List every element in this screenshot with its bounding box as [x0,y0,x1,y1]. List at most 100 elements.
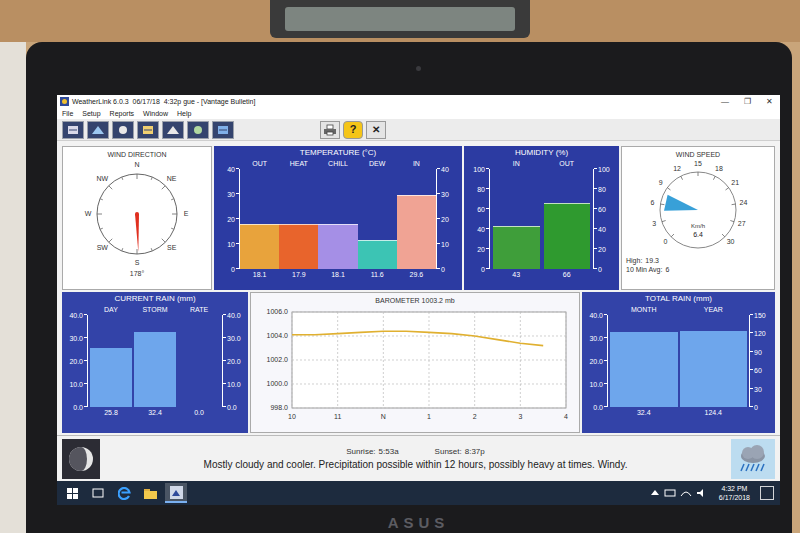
task-view-button[interactable] [87,483,109,503]
bar [90,348,132,407]
toolbar-button[interactable] [62,121,84,139]
dashboard: WIND DIRECTIONNNEESESSWWNW178°TEMPERATUR… [57,141,780,435]
bar-fill [397,195,436,269]
compass-point: NE [167,175,177,182]
panel-title: BAROMETER 1003.2 mb [375,297,454,304]
print-button[interactable] [320,121,340,139]
menu-item[interactable]: Setup [82,110,100,117]
help-button[interactable]: ? [343,121,363,139]
bar-fill [240,224,279,269]
compass-point: SW [97,244,109,251]
bar [493,226,540,269]
axis-tick: 40 [441,166,449,173]
axis-tick: 0 [231,266,235,273]
toolbar-button[interactable] [87,121,109,139]
bar [134,332,176,407]
axis-tick: 20.0 [589,358,603,365]
compass-point: S [135,259,140,266]
x-tick: 11 [334,413,341,420]
panel-title: WIND DIRECTION [107,151,166,158]
toolbar-button[interactable] [137,121,159,139]
wind-dial: 036912151821242730Km/h6.4 [628,158,768,256]
bar-reading: 32.4 [610,407,678,419]
tool-icon [216,124,230,136]
forecast-text: Mostly cloudy and cooler. Precipitation … [204,460,628,470]
bar-track [544,169,591,269]
bar-fill [279,224,318,269]
wind-high: High:19.3 [622,256,659,265]
axis-tick: 20 [227,216,235,223]
tool-icon [66,124,80,136]
axis-tick: 100 [598,166,610,173]
bar-track [90,315,132,407]
axis-tick: 100 [473,166,485,173]
axis-tick: 30.0 [589,335,603,342]
bar-column: HEAT17.9 [279,159,318,281]
folder-icon [144,488,157,499]
notification-button[interactable] [760,486,774,500]
axis-tick: 10.0 [69,381,83,388]
y-tick: 1002.0 [267,356,289,363]
edge-button[interactable] [113,483,135,503]
bar-label: YEAR [680,305,748,315]
axis-tick: 30 [441,191,449,198]
compass-point: SE [167,244,177,251]
left-axis: 010203040 [218,159,240,281]
bar-label: DAY [90,305,132,315]
dial-tick: 27 [738,220,746,227]
panel-title: TEMPERATURE (°C) [214,149,462,157]
bar-label: CHILL [318,159,357,169]
axis-tick: 20 [441,216,449,223]
window-control[interactable]: ❐ [736,98,758,106]
bar [680,331,748,407]
right-axis: 0306090120150 [749,305,771,419]
wind-average-label: 10 Min Avg: [626,265,662,274]
left-axis: 0.010.020.030.040.0 [66,305,88,419]
bar-reading: 29.6 [397,269,436,281]
bar-reading: 18.1 [318,269,357,281]
sunrise-label: Sunrise: [346,448,375,456]
toolbar-button[interactable] [212,121,234,139]
bar-track [610,315,678,407]
menu-item[interactable]: Window [143,110,168,117]
clock-date: 6/17/2018 [719,493,750,502]
bar-column: DAY25.8 [90,305,132,419]
axis-tick: 0 [754,404,758,411]
weatherlink-taskbar-button[interactable] [165,483,187,503]
start-button[interactable] [61,483,83,503]
compass-point: W [85,210,92,217]
window-control[interactable]: ✕ [758,98,780,106]
wind-pointer [664,195,698,211]
dial-tick: 30 [727,238,735,245]
y-tick: 1000.0 [267,380,289,387]
axis-tick: 30.0 [227,335,241,342]
axis-tick: 90 [754,348,762,355]
toolbar-button[interactable] [187,121,209,139]
wind-direction-reading: 178° [130,270,144,277]
bar [544,203,591,269]
clock[interactable]: 4:32 PM6/17/2018 [719,484,750,502]
wind-average: 10 Min Avg:6 [622,265,669,274]
bar-fill [544,203,591,269]
moon-phase [62,439,100,479]
bar-reading: 17.9 [279,269,318,281]
axis-tick: 30 [754,385,762,392]
axis-tick: 40 [227,166,235,173]
wind-direction-panel: WIND DIRECTIONNNEESESSWWNW178° [62,146,212,290]
moon-icon [66,444,96,474]
y-tick: 1006.0 [267,308,289,315]
window-control[interactable]: — [714,98,736,106]
menu-item[interactable]: Reports [110,110,135,117]
explorer-button[interactable] [139,483,161,503]
menu-item[interactable]: Help [177,110,191,117]
wind-reading: 6.4 [693,231,703,238]
compass-point: N [134,161,139,168]
tray-icons [649,487,709,499]
bar [240,224,279,269]
toolbar-button[interactable] [162,121,184,139]
menu-item[interactable]: File [62,110,73,117]
dial-tick: 21 [731,179,739,186]
close-button[interactable]: ✕ [366,121,386,139]
toolbar-button[interactable] [112,121,134,139]
axis-tick: 0 [441,266,445,273]
